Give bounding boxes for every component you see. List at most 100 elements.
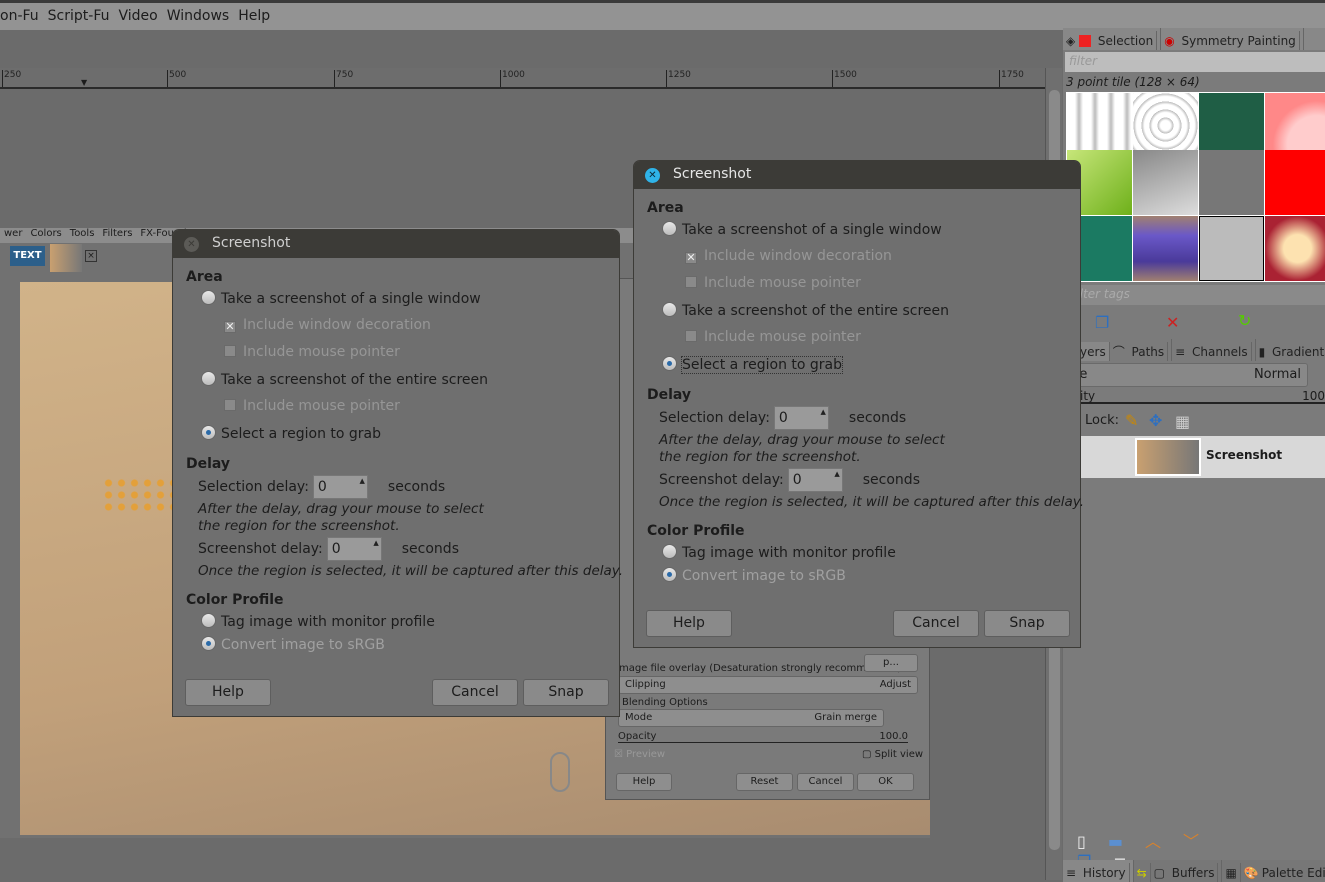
menu-colors[interactable]: Colors [26, 228, 65, 239]
radio-icon[interactable] [201, 613, 216, 628]
pattern-grid[interactable] [1066, 92, 1325, 282]
image-tab-thumbnail[interactable] [50, 244, 82, 272]
close-icon[interactable]: ✕ [645, 168, 660, 183]
screenshot-delay-spinner[interactable]: 0 [326, 537, 382, 561]
include-pointer-checkbox[interactable]: Include mouse pointer [224, 344, 400, 360]
pattern-tile[interactable] [1265, 216, 1325, 281]
menu-layer[interactable]: wer [0, 228, 26, 239]
radio-icon[interactable] [201, 371, 216, 386]
pattern-filter-input[interactable]: filter [1065, 52, 1325, 72]
pattern-tile[interactable] [1133, 150, 1198, 215]
include-pointer-checkbox-2[interactable]: Include mouse pointer [685, 329, 861, 345]
tab-palette-editor[interactable]: 🎨Palette Editor [1241, 860, 1325, 882]
menu-video[interactable]: Video [114, 3, 162, 24]
selection-delay-spinner[interactable]: 0 [312, 475, 368, 499]
filter-help-button[interactable]: Help [616, 773, 672, 791]
checkbox-icon[interactable] [685, 276, 697, 288]
pattern-tile[interactable] [1133, 93, 1198, 158]
tab-gradients[interactable]: ▮ Gradients [1256, 339, 1325, 361]
layer-mode-select[interactable]: ModeNormal [1052, 363, 1308, 387]
dialog-titlebar[interactable]: ✕ Screenshot [173, 230, 619, 258]
include-pointer-checkbox[interactable]: Include mouse pointer [685, 275, 861, 291]
opacity-slider[interactable]: Opacity 100.0 [618, 731, 908, 743]
raise-layer-icon[interactable]: ︿ [1145, 832, 1183, 851]
filter-tags-input[interactable]: filter tags [1066, 285, 1325, 305]
close-icon[interactable]: ✕ [184, 237, 199, 252]
radio-select-region[interactable]: Select a region to grab [662, 356, 844, 374]
radio-icon[interactable] [662, 544, 677, 559]
checkbox-icon[interactable] [224, 345, 236, 357]
refresh-icon[interactable]: ↻ [1238, 311, 1251, 330]
filter-ok-button[interactable]: OK [857, 773, 914, 791]
checkbox-checked-icon[interactable]: ✕ [685, 252, 697, 264]
snap-button[interactable]: Snap [984, 610, 1070, 637]
tab-selection[interactable]: ◈ Selection [1063, 28, 1162, 50]
radio-single-window[interactable]: Take a screenshot of a single window [662, 221, 942, 238]
radio-single-window[interactable]: Take a screenshot of a single window [201, 290, 481, 307]
radio-tag-monitor[interactable]: Tag image with monitor profile [201, 613, 435, 630]
blend-mode-select[interactable]: Mode Grain merge [618, 709, 884, 727]
radio-icon[interactable] [201, 290, 216, 305]
new-layer-icon[interactable]: ▯ [1077, 832, 1108, 851]
snap-button[interactable]: Snap [523, 679, 609, 706]
layer-row[interactable]: Screenshot [1063, 436, 1325, 478]
layer-name[interactable]: Screenshot [1206, 448, 1282, 462]
selection-delay-spinner[interactable]: 0 [773, 406, 829, 430]
pattern-tile[interactable] [1265, 93, 1325, 158]
image-tab-text[interactable]: TEXT [10, 246, 45, 266]
pattern-tile[interactable] [1067, 93, 1132, 158]
screenshot-delay-spinner[interactable]: 0 [787, 468, 843, 492]
checkbox-checked-icon[interactable]: ✕ [224, 321, 236, 333]
radio-convert-srgb[interactable]: Convert image to sRGB [662, 567, 846, 584]
radio-selected-icon[interactable] [201, 636, 216, 651]
split-view-checkbox[interactable]: ▢ Split view [862, 749, 923, 760]
radio-entire-screen[interactable]: Take a screenshot of the entire screen [662, 302, 949, 319]
help-button[interactable]: Help [185, 679, 271, 706]
filter-reset-button[interactable]: Reset [736, 773, 793, 791]
checkbox-icon[interactable] [224, 399, 236, 411]
radio-selected-icon[interactable] [662, 356, 677, 371]
delete-icon[interactable]: ✕ [1166, 313, 1179, 332]
radio-selected-icon[interactable] [662, 567, 677, 582]
help-button[interactable]: Help [646, 610, 732, 637]
include-pointer-checkbox-2[interactable]: Include mouse pointer [224, 398, 400, 414]
pattern-tile[interactable] [1265, 150, 1325, 215]
preview-checkbox[interactable]: ☒ Preview [614, 749, 665, 760]
lock-alpha-icon[interactable]: ▦ [1175, 412, 1190, 431]
pattern-tile[interactable] [1199, 150, 1264, 215]
cancel-button[interactable]: Cancel [432, 679, 518, 706]
checkbox-icon[interactable] [685, 330, 697, 342]
lower-layer-icon[interactable]: ﹀ [1183, 832, 1221, 851]
tab-channels[interactable]: ≡ Channels [1172, 339, 1256, 361]
cancel-button[interactable]: Cancel [893, 610, 979, 637]
radio-selected-icon[interactable] [201, 425, 216, 440]
filter-cancel-button[interactable]: Cancel [797, 773, 854, 791]
tab-symmetry-painting[interactable]: ◉ Symmetry Painting [1161, 28, 1304, 50]
menu-script-fu[interactable]: Script-Fu [44, 3, 115, 24]
radio-icon[interactable] [662, 221, 677, 236]
radio-convert-srgb[interactable]: Convert image to sRGB [201, 636, 385, 653]
lock-position-icon[interactable]: ✥ [1149, 411, 1162, 430]
tab-buffers[interactable]: ▢ Buffers [1151, 860, 1223, 882]
menu-tools[interactable]: Tools [66, 228, 99, 239]
dialog-titlebar[interactable]: ✕ Screenshot [634, 161, 1080, 189]
layer-opacity-slider[interactable]: Opacity100 [1049, 390, 1325, 404]
new-group-icon[interactable]: ▬ [1108, 832, 1145, 851]
close-tab-icon[interactable]: × [85, 250, 97, 262]
radio-select-region[interactable]: Select a region to grab [201, 425, 381, 442]
menu-filters[interactable]: Filters [98, 228, 136, 239]
menu-python-fu[interactable]: on-Fu [0, 3, 44, 24]
menu-windows[interactable]: Windows [163, 3, 235, 24]
menu-help[interactable]: Help [234, 3, 275, 24]
duplicate-icon[interactable]: ❐ [1095, 313, 1109, 332]
undo-icon[interactable]: ⇆ [1134, 863, 1151, 882]
clipping-select[interactable]: Clipping Adjust [618, 676, 918, 694]
pattern-tile[interactable] [1133, 216, 1198, 281]
include-decoration-checkbox[interactable]: ✕ Include window decoration [224, 317, 431, 333]
lock-pixels-icon[interactable]: ✎ [1125, 411, 1138, 430]
pattern-tile[interactable] [1199, 93, 1264, 158]
tab-paths[interactable]: ⌒ Paths [1110, 339, 1173, 361]
radio-icon[interactable] [662, 302, 677, 317]
overlay-file-button[interactable]: p... [864, 654, 918, 672]
colormap-icon[interactable]: ▦ [1222, 863, 1241, 882]
